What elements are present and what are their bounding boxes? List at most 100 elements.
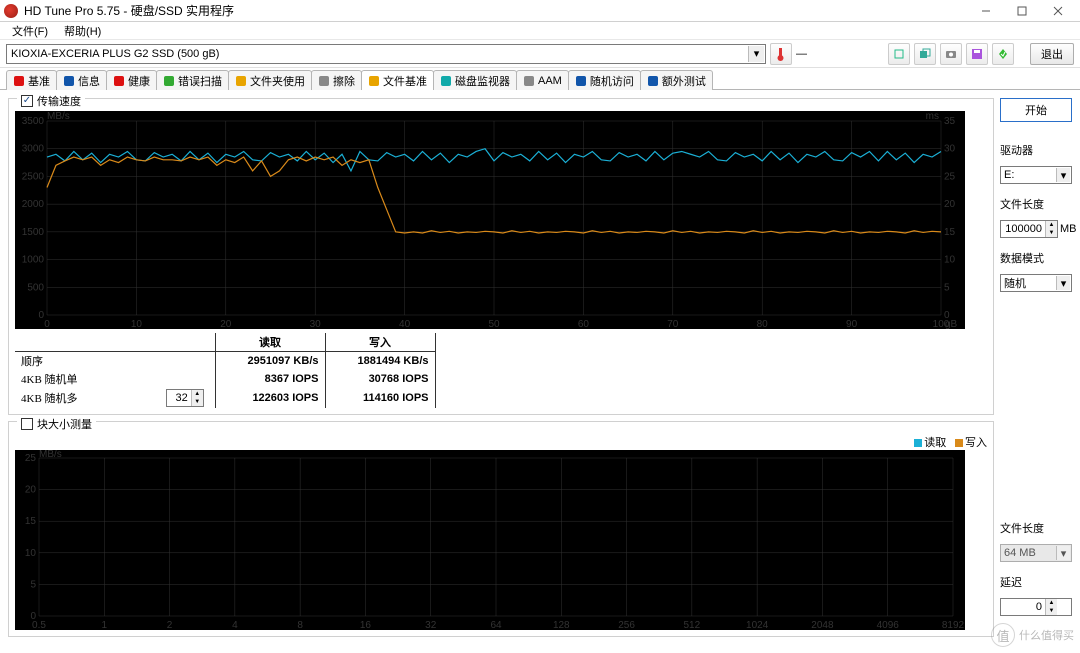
svg-text:1024: 1024 — [746, 620, 769, 630]
options-button[interactable] — [992, 43, 1014, 65]
filelen2-select[interactable]: 64 MB▾ — [1000, 544, 1072, 562]
svg-text:8: 8 — [297, 620, 303, 630]
tab-0[interactable]: 基准 — [6, 70, 57, 90]
tab-4[interactable]: 文件夹使用 — [228, 70, 312, 90]
svg-text:3500: 3500 — [22, 116, 45, 127]
window-title: HD Tune Pro 5.75 - 硬盘/SSD 实用程序 — [24, 2, 968, 19]
titlebar: HD Tune Pro 5.75 - 硬盘/SSD 实用程序 — [0, 0, 1080, 22]
table-row: 4KB 随机单 8367 IOPS 30768 IOPS — [15, 370, 435, 388]
drive-select[interactable]: E:▾ — [1000, 166, 1072, 184]
svg-text:15: 15 — [944, 227, 956, 238]
block-size-checkbox[interactable] — [21, 418, 33, 430]
svg-text:2: 2 — [167, 620, 173, 630]
menu-file[interactable]: 文件(F) — [6, 23, 54, 39]
svg-text:25: 25 — [25, 453, 37, 464]
svg-text:20: 20 — [220, 319, 232, 329]
tab-label: 健康 — [128, 73, 150, 89]
copy-text-button[interactable] — [888, 43, 910, 65]
tab-1[interactable]: 信息 — [56, 70, 107, 90]
svg-text:2000: 2000 — [22, 199, 45, 210]
tab-label: 文件夹使用 — [250, 73, 305, 89]
transfer-speed-panel: ✓ 传输速度 050010001500200025003000350005101… — [8, 98, 994, 415]
svg-text:16: 16 — [360, 620, 372, 630]
tab-label: 磁盘监视器 — [455, 73, 510, 89]
tab-10[interactable]: 额外测试 — [640, 70, 713, 90]
copy-image-button[interactable] — [914, 43, 936, 65]
delay-label: 延迟 — [1000, 574, 1072, 590]
tab-icon — [523, 75, 535, 87]
svg-text:10: 10 — [25, 548, 37, 559]
block-size-chart: 05101520250.5124816326412825651210242048… — [15, 450, 965, 630]
tab-2[interactable]: 健康 — [106, 70, 157, 90]
screenshot-button[interactable] — [940, 43, 962, 65]
tab-label: 文件基准 — [383, 73, 427, 89]
filelen-spinner[interactable]: ▲▼ — [1000, 220, 1058, 238]
tab-icon — [63, 75, 75, 87]
tab-9[interactable]: 随机访问 — [568, 70, 641, 90]
tab-label: 擦除 — [333, 73, 355, 89]
minimize-button[interactable] — [968, 1, 1004, 21]
device-toolbar: KIOXIA-EXCERIA PLUS G2 SSD (500 gB) ▾ — … — [0, 40, 1080, 68]
chart-legend: 读取 写入 — [15, 434, 987, 450]
svg-text:256: 256 — [618, 620, 635, 630]
queue-depth-spinner[interactable]: ▲▼ — [166, 389, 204, 407]
tab-icon — [163, 75, 175, 87]
tab-icon — [575, 75, 587, 87]
svg-text:5: 5 — [944, 282, 950, 293]
delay-spinner[interactable]: ▲▼ — [1000, 598, 1072, 616]
device-select[interactable]: KIOXIA-EXCERIA PLUS G2 SSD (500 gB) ▾ — [6, 44, 766, 64]
tab-3[interactable]: 错误扫描 — [156, 70, 229, 90]
svg-text:32: 32 — [425, 620, 437, 630]
svg-text:1: 1 — [102, 620, 108, 630]
exit-button[interactable]: 退出 — [1030, 43, 1074, 65]
svg-text:70: 70 — [667, 319, 679, 329]
col-read: 读取 — [215, 333, 325, 352]
table-row: 4KB 随机多 ▲▼ 122603 IOPS 114160 IOPS — [15, 388, 435, 408]
table-row: 顺序 2951097 KB/s 1881494 KB/s — [15, 352, 435, 371]
tab-6[interactable]: 文件基准 — [361, 70, 434, 90]
svg-text:64: 64 — [490, 620, 502, 630]
svg-text:10: 10 — [131, 319, 143, 329]
svg-text:50: 50 — [488, 319, 500, 329]
menu-help[interactable]: 帮助(H) — [58, 23, 107, 39]
datapat-label: 数据模式 — [1000, 250, 1072, 266]
tab-label: 基准 — [28, 73, 50, 89]
tab-7[interactable]: 磁盘监视器 — [433, 70, 517, 90]
svg-text:35: 35 — [944, 116, 956, 127]
temperature-button[interactable] — [770, 43, 792, 65]
svg-text:60: 60 — [578, 319, 590, 329]
tab-8[interactable]: AAM — [516, 70, 569, 90]
close-button[interactable] — [1040, 1, 1076, 21]
svg-text:30: 30 — [310, 319, 322, 329]
svg-text:30: 30 — [944, 144, 956, 155]
side-panel: 开始 驱动器 E:▾ 文件长度 ▲▼ MB 数据模式 随机▾ 文件长度 64 M… — [1000, 98, 1072, 643]
filelen-unit: MB — [1060, 223, 1077, 235]
svg-text:10: 10 — [944, 255, 956, 266]
start-button[interactable]: 开始 — [1000, 98, 1072, 122]
svg-text:MB/s: MB/s — [47, 111, 70, 122]
filelen2-label: 文件长度 — [1000, 520, 1072, 536]
save-button[interactable] — [966, 43, 988, 65]
col-write: 写入 — [325, 333, 435, 352]
svg-text:MB/s: MB/s — [39, 450, 62, 460]
transfer-speed-checkbox[interactable]: ✓ — [21, 95, 33, 107]
tab-icon — [235, 75, 247, 87]
device-select-value: KIOXIA-EXCERIA PLUS G2 SSD (500 gB) — [11, 48, 219, 60]
svg-text:15: 15 — [25, 516, 37, 527]
svg-text:500: 500 — [27, 282, 44, 293]
filelen-label: 文件长度 — [1000, 196, 1072, 212]
tabs: 基准信息 健康 错误扫描 文件夹使用 擦除 文件基准 磁盘监视器 AAM随机访问额外测试 — [0, 68, 1080, 90]
tab-5[interactable]: 擦除 — [311, 70, 362, 90]
maximize-button[interactable] — [1004, 1, 1040, 21]
svg-text:8192: 8192 — [942, 620, 965, 630]
svg-text:25: 25 — [944, 171, 956, 182]
svg-text:4: 4 — [232, 620, 238, 630]
results-table: 读取 写入 顺序 2951097 KB/s 1881494 KB/s 4KB 随… — [15, 333, 987, 408]
tab-icon — [13, 75, 25, 87]
svg-text:0.5: 0.5 — [32, 620, 46, 630]
datapat-select[interactable]: 随机▾ — [1000, 274, 1072, 292]
svg-text:128: 128 — [553, 620, 570, 630]
svg-text:512: 512 — [684, 620, 701, 630]
block-size-label: 块大小测量 — [37, 416, 92, 432]
tab-label: 错误扫描 — [178, 73, 222, 89]
